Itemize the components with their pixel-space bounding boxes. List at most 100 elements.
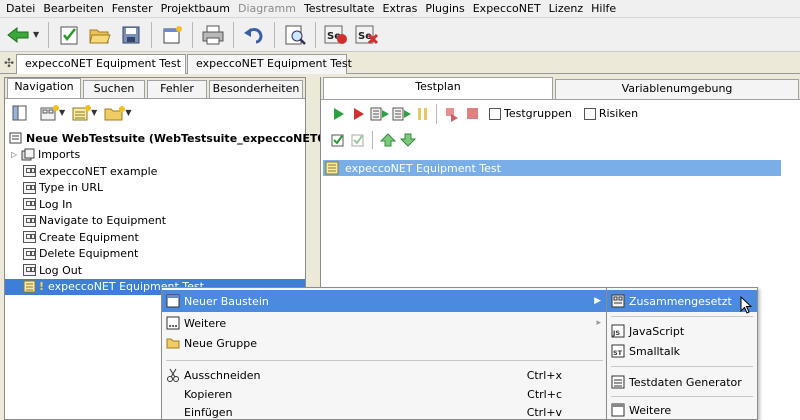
submenu-item-label: Weitere: [629, 404, 671, 417]
menu-hilfe[interactable]: Hilfe: [587, 0, 620, 18]
checklist-button[interactable]: [55, 21, 83, 49]
menu-fenster[interactable]: Fenster: [108, 0, 157, 18]
pin-icon[interactable]: ✣: [4, 56, 14, 70]
chevron-down-icon[interactable]: ▼: [125, 108, 131, 117]
chevron-down-icon[interactable]: ▼: [59, 108, 65, 117]
window-icon: [611, 403, 625, 417]
back-button[interactable]: [4, 21, 32, 49]
tab-navigation[interactable]: Navigation: [7, 78, 81, 99]
panel-layout-icon[interactable]: [11, 104, 29, 122]
tree-item[interactable]: Create Equipment: [5, 229, 305, 246]
menu-bearbeiten[interactable]: Bearbeiten: [39, 0, 107, 18]
new-testplan-icon[interactable]: [71, 104, 93, 122]
tab-besonderheiten[interactable]: Besonderheiten: [209, 80, 303, 98]
tree-item-label: Type in URL: [39, 181, 103, 194]
open-button[interactable]: [86, 21, 114, 49]
save-button[interactable]: [117, 21, 145, 49]
submenu-item-smalltalk[interactable]: ST Smalltalk: [607, 340, 757, 362]
menu-separator: [166, 360, 603, 361]
shortcut-label: Ctrl+x: [527, 369, 562, 382]
tab-fehler[interactable]: Fehler: [147, 80, 207, 98]
record-play-icon[interactable]: [349, 105, 369, 123]
submenu-item-weitere[interactable]: Weitere: [607, 399, 757, 420]
menu-diagramm: Diagramm: [234, 0, 300, 18]
testplan-item[interactable]: expeccoNET Equipment Test: [323, 160, 781, 176]
submenu-arrow-icon: ▶: [594, 296, 601, 306]
submenu-item-testdaten-generator[interactable]: Testdaten Generator: [607, 371, 757, 393]
chevron-down-icon[interactable]: ▼: [91, 108, 97, 117]
menu-testresultate[interactable]: Testresultate: [300, 0, 379, 18]
selenium-record-icon: Se: [323, 23, 349, 47]
stop-icon[interactable]: [463, 105, 483, 123]
selenium-record-button[interactable]: Se: [322, 21, 350, 49]
testplan-toolbar: Testgruppen Risiken: [321, 99, 800, 127]
testgruppen-checkbox[interactable]: Testgruppen: [489, 107, 572, 120]
print-button[interactable]: [199, 21, 227, 49]
tree-item[interactable]: Type in URL: [5, 180, 305, 197]
selenium-stop-button[interactable]: Se: [353, 21, 381, 49]
toolbar-separator: [192, 22, 193, 48]
menu-item-einfuegen[interactable]: Einfügen Ctrl+v: [162, 401, 562, 420]
menu-item-weitere[interactable]: Weitere ▸: [162, 312, 607, 334]
editor-tab-1[interactable]: expeccoNET Equipment Test✕: [16, 54, 186, 74]
navigation-toolbar: ▼ ▼ ▼: [5, 98, 305, 126]
tree-root-label: Neue WebTestsuite (WebTestsuite_expeccoN…: [26, 132, 338, 145]
menu-item-neuer-baustein[interactable]: Neuer Baustein ▶: [162, 290, 607, 312]
new-window-button[interactable]: [158, 21, 186, 49]
play-icon[interactable]: [329, 105, 349, 123]
tree-item-label: expeccoNET example: [39, 165, 157, 178]
move-up-icon[interactable]: [379, 131, 399, 149]
tree-item[interactable]: Log Out: [5, 262, 305, 279]
testplan-item-label: expeccoNET Equipment Test: [345, 162, 501, 175]
checkbox-label: Testgruppen: [504, 107, 572, 120]
testplan-toolbar-2: [321, 127, 800, 153]
chevron-right-icon[interactable]: ▷: [11, 150, 21, 159]
run-testplan-icon[interactable]: [369, 105, 391, 123]
menu-datei[interactable]: Datei: [2, 0, 39, 18]
compound-block-icon: [23, 182, 36, 194]
imports-icon: [21, 148, 35, 161]
add-check-icon[interactable]: [329, 131, 349, 149]
undo-button[interactable]: [240, 21, 268, 49]
submenu-item-zusammengesetzt[interactable]: Zusammengesetzt: [607, 290, 757, 312]
new-block-icon[interactable]: [39, 104, 61, 122]
tree-item[interactable]: expeccoNET example: [5, 163, 305, 180]
step-into-icon[interactable]: [443, 105, 463, 123]
menu-plugins[interactable]: Plugins: [421, 0, 468, 18]
tree-item-label: Navigate to Equipment: [39, 214, 166, 227]
tab-testplan[interactable]: Testplan: [323, 77, 553, 100]
toolbar-separator: [274, 22, 275, 48]
tree-item[interactable]: Delete Equipment: [5, 246, 305, 263]
checkbox-box[interactable]: [489, 108, 501, 120]
new-folder-icon[interactable]: [103, 104, 127, 122]
submenu-item-javascript[interactable]: JS JavaScript: [607, 320, 757, 342]
new-window-icon: [161, 24, 183, 46]
tab-variablenumgebung[interactable]: Variablenumgebung: [555, 79, 799, 99]
tree-item[interactable]: Navigate to Equipment: [5, 213, 305, 230]
remove-check-icon[interactable]: [349, 131, 369, 149]
checkbox-box[interactable]: [584, 108, 596, 120]
tree-item-imports[interactable]: ▷ Imports: [5, 147, 305, 164]
menu-lizenz[interactable]: Lizenz: [545, 0, 587, 18]
window-icon: [166, 294, 180, 308]
menu-item-label: Neuer Baustein: [184, 295, 269, 308]
pause-icon[interactable]: [413, 105, 433, 123]
back-dropdown-icon[interactable]: ▼: [33, 30, 39, 39]
tree-root[interactable]: Neue WebTestsuite (WebTestsuite_expeccoN…: [5, 130, 305, 147]
menu-item-neue-gruppe[interactable]: Neue Gruppe: [162, 332, 607, 354]
checklist-icon: [58, 24, 80, 46]
move-down-icon[interactable]: [399, 131, 419, 149]
tree-item-label: Delete Equipment: [39, 247, 138, 260]
run-step-icon[interactable]: [391, 105, 413, 123]
tab-suchen[interactable]: Suchen: [83, 80, 145, 98]
menu-expecconet[interactable]: ExpeccoNET: [469, 0, 545, 18]
menu-separator: [611, 316, 753, 317]
tree-item-label: Imports: [38, 148, 80, 161]
search-report-button[interactable]: [281, 21, 309, 49]
menu-extras[interactable]: Extras: [379, 0, 422, 18]
tree-item[interactable]: Log In: [5, 196, 305, 213]
blank-icon: [166, 405, 180, 419]
menu-projektbaum[interactable]: Projektbaum: [157, 0, 234, 18]
editor-tab-2[interactable]: expeccoNET Equipment Test: [187, 54, 347, 74]
risiken-checkbox[interactable]: Risiken: [584, 107, 638, 120]
